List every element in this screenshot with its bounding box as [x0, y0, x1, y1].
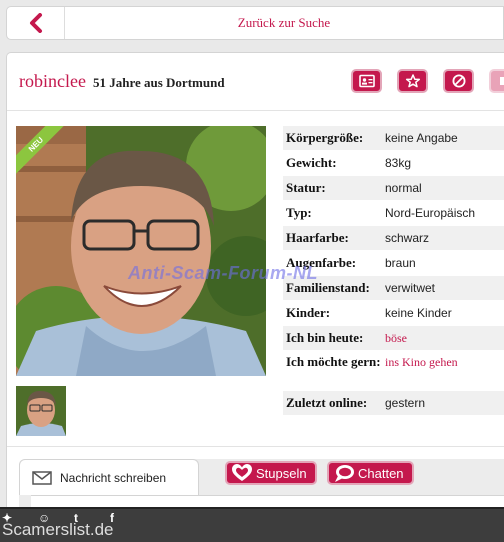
detail-row: Körpergröße: keine Angabe	[283, 126, 504, 151]
detail-label: Gewicht:	[286, 155, 337, 170]
detail-value: 83kg	[385, 156, 412, 170]
profile-username: robinclee	[19, 71, 86, 91]
detail-value: verwitwet	[385, 281, 436, 295]
star-icon	[405, 74, 420, 88]
photo-thumbnail[interactable]	[16, 386, 66, 436]
favorite-button[interactable]	[397, 69, 428, 93]
detail-value[interactable]: ins Kino gehen	[385, 355, 458, 369]
detail-value: schwarz	[385, 231, 430, 245]
stupseln-button[interactable]: Stupseln	[225, 461, 317, 485]
detail-row: Ich möchte gern: ins Kino gehen	[283, 351, 504, 391]
heart-icon	[232, 464, 252, 481]
block-icon	[452, 74, 465, 88]
detail-label: Ich bin heute:	[286, 330, 364, 345]
detail-label: Körpergröße:	[286, 130, 364, 145]
back-button[interactable]	[7, 7, 65, 39]
detail-row: Zuletzt online: gestern	[283, 391, 504, 416]
top-navigation-bar: Zurück zur Suche	[6, 6, 504, 40]
detail-row: Haarfarbe: schwarz	[283, 226, 504, 251]
detail-value: gestern	[385, 396, 426, 410]
back-to-search-link[interactable]: Zurück zur Suche	[65, 7, 503, 39]
detail-label: Typ:	[286, 205, 312, 220]
chat-bubble-icon	[335, 465, 354, 482]
detail-row: Gewicht: 83kg	[283, 151, 504, 176]
envelope-icon	[32, 470, 52, 485]
detail-value: Nord-Europäisch	[385, 206, 476, 220]
divider	[7, 446, 504, 447]
profile-age-location: 51 Jahre aus Dortmund	[92, 75, 225, 90]
detail-value: normal	[385, 181, 422, 195]
detail-label: Ich möchte gern:	[286, 354, 381, 369]
chatten-label: Chatten	[358, 465, 404, 481]
tab-write-message[interactable]: Nachricht schreiben	[19, 459, 199, 495]
tab-write-message-label: Nachricht schreiben	[60, 470, 167, 485]
detail-value[interactable]: böse	[385, 331, 407, 345]
detail-row: Ich bin heute: böse	[283, 326, 504, 351]
footer-bar: ✦ ☺ t f Scamerslist.de	[0, 507, 504, 542]
chatten-button[interactable]: Chatten	[327, 461, 414, 485]
profile-panel: robinclee 51 Jahre aus Dortmund NEU Körp…	[6, 52, 504, 523]
more-button[interactable]	[489, 69, 504, 93]
detail-row: Kinder: keine Kinder	[283, 301, 504, 326]
new-badge: NEU	[16, 126, 66, 176]
detail-label: Zuletzt online:	[286, 395, 368, 410]
more-icon	[499, 77, 504, 85]
detail-label: Kinder:	[286, 305, 331, 320]
detail-row: Typ: Nord-Europäisch	[283, 201, 504, 226]
profile-actions	[351, 69, 504, 93]
watermark-text: Anti-Scam-Forum-NL	[128, 263, 318, 283]
detail-value: keine Kinder	[385, 306, 452, 320]
stupseln-label: Stupseln	[256, 465, 307, 481]
detail-row: Statur: normal	[283, 176, 504, 201]
vcard-icon	[358, 74, 375, 88]
block-button[interactable]	[443, 69, 474, 93]
thumbnail-image	[16, 386, 66, 436]
detail-value: keine Angabe	[385, 131, 458, 145]
detail-label: Statur:	[286, 180, 326, 195]
profile-title: robinclee 51 Jahre aus Dortmund	[19, 71, 225, 92]
divider	[7, 110, 504, 111]
footer-site-name: Scamerslist.de	[2, 520, 114, 539]
new-badge-label: NEU	[16, 126, 66, 176]
detail-label: Haarfarbe:	[286, 230, 349, 245]
detail-value: braun	[385, 256, 416, 270]
vcard-button[interactable]	[351, 69, 382, 93]
chevron-left-icon	[29, 13, 42, 33]
